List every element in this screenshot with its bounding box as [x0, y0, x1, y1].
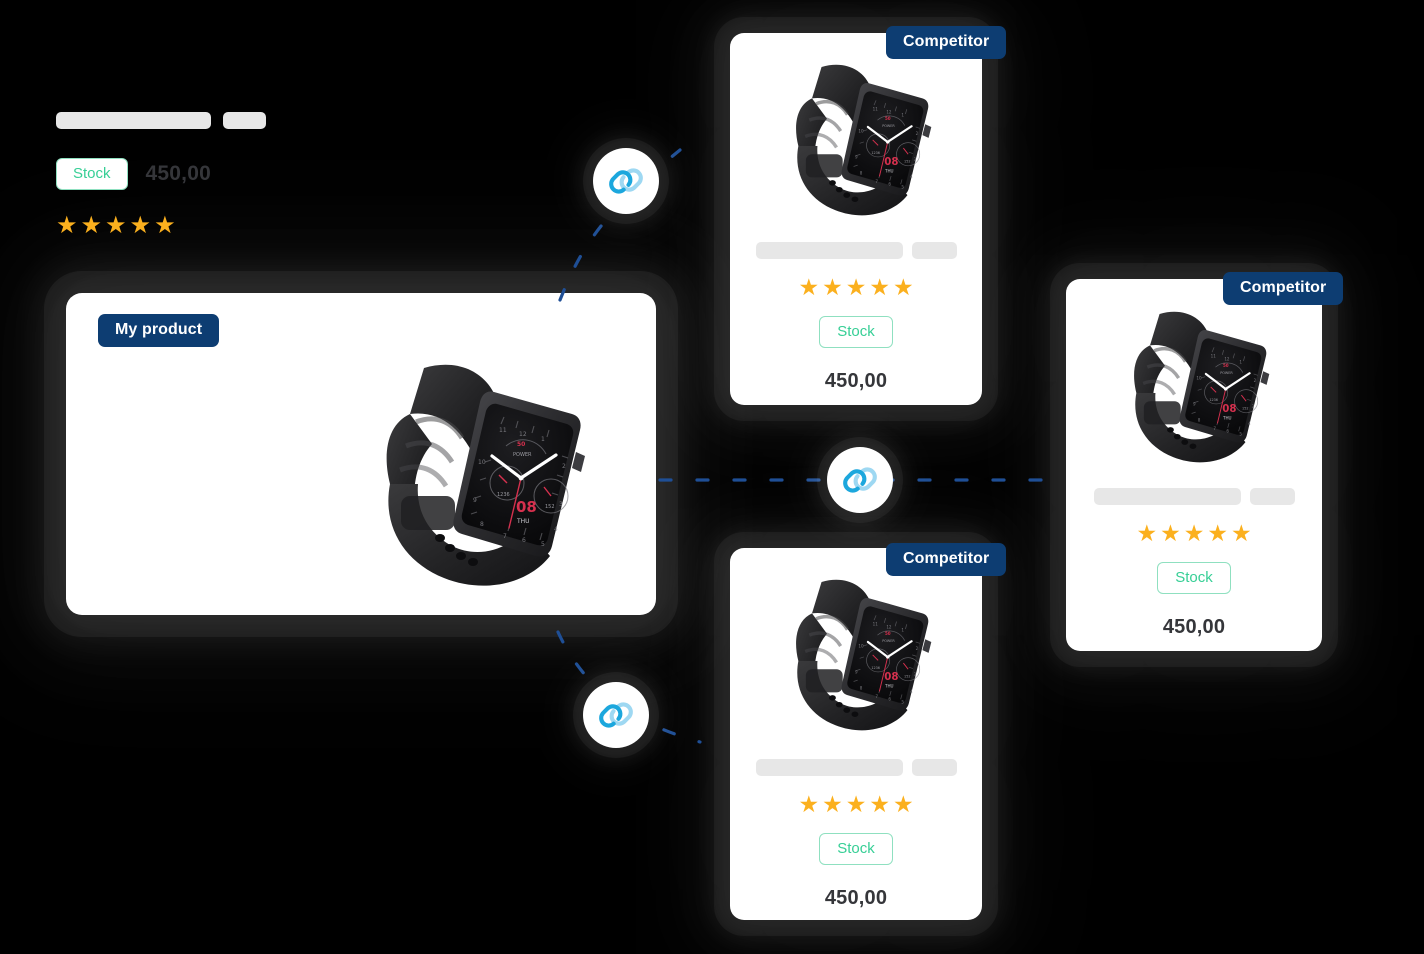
svg-text:THU: THU	[516, 518, 530, 525]
svg-text:9: 9	[473, 497, 477, 504]
svg-text:152: 152	[545, 504, 555, 510]
price-value: 450,00	[824, 370, 888, 392]
placeholder-bar-short	[1249, 488, 1295, 505]
price-value: 450,00	[145, 162, 211, 185]
svg-text:08: 08	[516, 498, 537, 516]
placeholder-bars	[755, 759, 957, 776]
star-icon: ★	[892, 791, 914, 817]
svg-text:2: 2	[562, 463, 566, 470]
stock-badge: Stock	[819, 833, 893, 865]
svg-text:5: 5	[541, 541, 545, 548]
star-icon: ★	[845, 791, 867, 817]
star-icon: ★	[822, 274, 843, 300]
star-icon: ★	[1160, 520, 1181, 546]
link-chain-icon	[843, 467, 877, 493]
product-image-competitor-right	[1120, 305, 1270, 477]
competitor-badge-bottom: Competitor	[886, 543, 1007, 576]
star-icon: ★	[80, 212, 103, 239]
star-icon: ★	[1207, 520, 1228, 546]
comparison-diagram: My product Stock 450,00 ★ ★ ★ ★ ★ 11 12 …	[0, 0, 1424, 954]
svg-text:POWER: POWER	[513, 452, 532, 458]
placeholder-bars	[755, 242, 957, 259]
competitor-details-bottom: ★ ★ ★ ★ ★ Stock 450,00	[730, 759, 982, 910]
price-value: 450,00	[1162, 616, 1226, 638]
rating-stars: ★ ★ ★ ★ ★	[798, 793, 913, 816]
star-icon: ★	[56, 212, 78, 239]
product-image-competitor-bottom	[782, 573, 932, 745]
placeholder-bar-long	[1093, 488, 1241, 505]
star-icon: ★	[798, 274, 820, 300]
link-chain-icon	[599, 702, 633, 728]
placeholder-bar-short	[223, 112, 266, 129]
star-icon: ★	[1230, 520, 1252, 546]
placeholder-bars	[1093, 488, 1295, 505]
star-icon: ★	[154, 212, 176, 239]
competitor-details-right: ★ ★ ★ ★ ★ Stock 450,00	[1066, 488, 1322, 639]
rating-stars: ★ ★ ★ ★ ★	[798, 276, 913, 299]
svg-text:4: 4	[554, 526, 558, 533]
rating-stars: ★ ★ ★ ★ ★	[1136, 522, 1251, 545]
star-icon: ★	[822, 791, 843, 817]
svg-text:1236: 1236	[497, 492, 510, 498]
svg-text:6: 6	[522, 537, 526, 544]
svg-text:1: 1	[541, 436, 545, 443]
my-product-badge: My product	[98, 314, 220, 347]
placeholder-bar-long	[56, 112, 211, 129]
star-icon: ★	[845, 274, 867, 300]
my-product-details: Stock 450,00 ★ ★ ★ ★ ★	[56, 112, 316, 238]
competitor-badge-top: Competitor	[886, 26, 1007, 59]
link-node-top[interactable]	[593, 148, 659, 214]
star-icon: ★	[1136, 520, 1158, 546]
svg-text:12: 12	[519, 431, 527, 438]
product-image-my-product: 11 12 1 10 2 9 3 8 4 7 6 5 50 POWER 1236 152 08…	[366, 356, 586, 606]
star-icon: ★	[1183, 520, 1205, 546]
competitor-details-top: ★ ★ ★ ★ ★ Stock 450,00	[730, 242, 982, 393]
stock-badge: Stock	[1157, 562, 1231, 594]
star-icon: ★	[869, 791, 890, 817]
stock-badge: Stock	[56, 158, 128, 190]
placeholder-bar-short	[911, 759, 957, 776]
svg-text:11: 11	[499, 427, 507, 434]
svg-text:7: 7	[503, 533, 507, 540]
placeholder-bar-long	[755, 759, 903, 776]
star-icon: ★	[869, 274, 890, 300]
stock-badge: Stock	[819, 316, 893, 348]
placeholder-bar-short	[911, 242, 957, 259]
svg-text:10: 10	[478, 459, 486, 466]
star-icon: ★	[105, 212, 127, 239]
star-icon: ★	[129, 212, 152, 239]
svg-text:8: 8	[480, 521, 484, 528]
star-icon: ★	[892, 274, 914, 300]
link-node-middle[interactable]	[827, 447, 893, 513]
product-image-competitor-top	[782, 58, 932, 230]
rating-stars: ★ ★ ★ ★ ★	[56, 214, 316, 238]
competitor-badge-right: Competitor	[1223, 272, 1344, 305]
placeholder-bars	[56, 112, 316, 129]
star-icon: ★	[798, 791, 820, 817]
svg-text:3: 3	[559, 501, 563, 508]
link-chain-icon	[609, 168, 643, 194]
stock-and-price-row: Stock 450,00	[56, 158, 316, 190]
price-value: 450,00	[824, 887, 888, 909]
placeholder-bar-long	[755, 242, 903, 259]
svg-text:50: 50	[517, 441, 525, 448]
link-node-bottom[interactable]	[583, 682, 649, 748]
